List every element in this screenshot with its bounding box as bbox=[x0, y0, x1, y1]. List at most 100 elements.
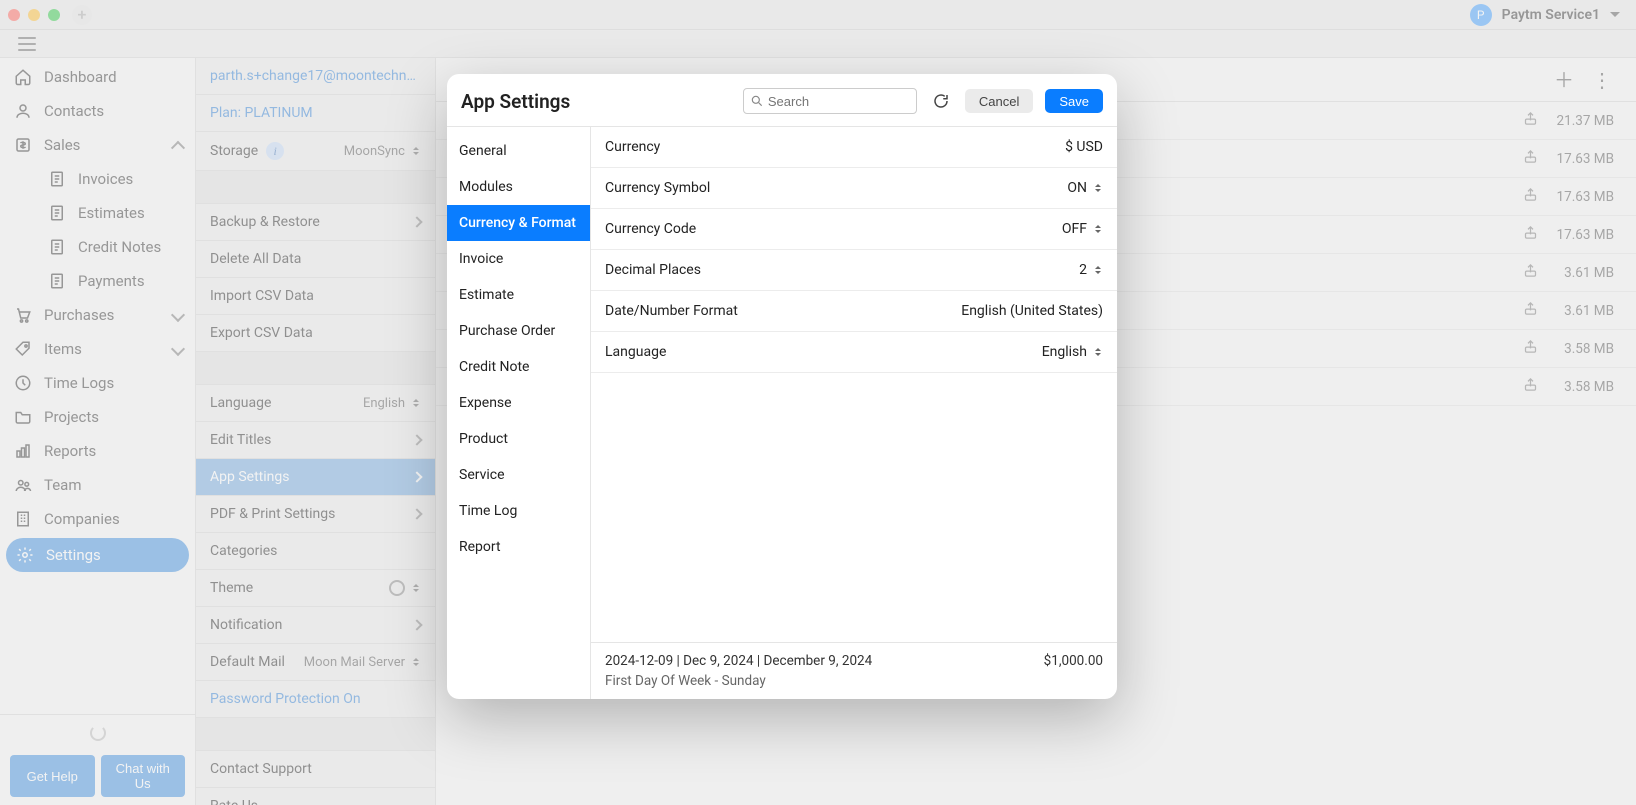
stepper-icon[interactable] bbox=[1093, 345, 1103, 359]
modal-search-field[interactable] bbox=[743, 88, 917, 114]
modal-row-date-number-format[interactable]: Date/Number FormatEnglish (United States… bbox=[591, 291, 1117, 332]
more-menu-button[interactable]: ⋮ bbox=[1592, 70, 1614, 90]
modal-row-currency-code[interactable]: Currency CodeOFF bbox=[591, 209, 1117, 250]
settings-row-notification[interactable]: Notification bbox=[196, 607, 435, 644]
modal-nav-estimate[interactable]: Estimate bbox=[447, 277, 590, 313]
share-icon[interactable] bbox=[1523, 111, 1538, 130]
nav-item-estimates[interactable]: Estimates bbox=[0, 196, 195, 230]
modal-nav-product[interactable]: Product bbox=[447, 421, 590, 457]
backup-size-label: 3.58 MB bbox=[1552, 379, 1614, 395]
settings-row-edit-titles[interactable]: Edit Titles bbox=[196, 422, 435, 459]
nav-item-reports[interactable]: Reports bbox=[0, 434, 195, 468]
modal-nav-general[interactable]: General bbox=[447, 133, 590, 169]
cart-icon bbox=[14, 306, 32, 324]
modal-nav-service[interactable]: Service bbox=[447, 457, 590, 493]
settings-row-export-csv[interactable]: Export CSV Data bbox=[196, 315, 435, 352]
share-icon[interactable] bbox=[1523, 263, 1538, 282]
stepper-icon[interactable] bbox=[411, 144, 421, 158]
nav-item-sales[interactable]: Sales bbox=[0, 128, 195, 162]
stepper-icon[interactable] bbox=[411, 396, 421, 410]
modal-row-label: Currency Symbol bbox=[605, 180, 710, 196]
settings-row-backup-restore[interactable]: Backup & Restore bbox=[196, 204, 435, 241]
backup-size-label: 3.61 MB bbox=[1552, 265, 1614, 281]
stepper-icon[interactable] bbox=[411, 581, 421, 595]
cancel-button[interactable]: Cancel bbox=[965, 89, 1033, 113]
modal-nav-report[interactable]: Report bbox=[447, 529, 590, 565]
settings-row-language[interactable]: Language English bbox=[196, 385, 435, 422]
doc-icon bbox=[48, 204, 66, 222]
nav-item-settings[interactable]: Settings bbox=[6, 538, 189, 572]
nav-item-time-logs[interactable]: Time Logs bbox=[0, 366, 195, 400]
share-icon[interactable] bbox=[1523, 339, 1538, 358]
nav-item-invoices[interactable]: Invoices bbox=[0, 162, 195, 196]
modal-row-currency[interactable]: Currency$ USD bbox=[591, 127, 1117, 168]
share-icon[interactable] bbox=[1523, 225, 1538, 244]
nav-item-purchases[interactable]: Purchases bbox=[0, 298, 195, 332]
stepper-icon[interactable] bbox=[1093, 222, 1103, 236]
nav-item-contacts[interactable]: Contacts bbox=[0, 94, 195, 128]
default-mail-label: Default Mail bbox=[210, 654, 285, 670]
modal-search-input[interactable] bbox=[744, 89, 916, 113]
sync-spinner-icon bbox=[90, 725, 106, 741]
search-icon bbox=[750, 94, 764, 108]
nav-item-credit-notes[interactable]: Credit Notes bbox=[0, 230, 195, 264]
info-icon[interactable]: i bbox=[266, 142, 284, 160]
settings-row-import-csv[interactable]: Import CSV Data bbox=[196, 278, 435, 315]
stepper-icon[interactable] bbox=[411, 655, 421, 669]
chat-with-us-button[interactable]: Chat with Us bbox=[101, 755, 186, 797]
modal-row-decimal-places[interactable]: Decimal Places2 bbox=[591, 250, 1117, 291]
modal-nav-purchase-order[interactable]: Purchase Order bbox=[447, 313, 590, 349]
settings-row-delete-all[interactable]: Delete All Data bbox=[196, 241, 435, 278]
window-close-button[interactable] bbox=[8, 9, 20, 21]
get-help-button[interactable]: Get Help bbox=[10, 755, 95, 797]
nav-item-team[interactable]: Team bbox=[0, 468, 195, 502]
nav-item-projects[interactable]: Projects bbox=[0, 400, 195, 434]
settings-row-contact-support[interactable]: Contact Support bbox=[196, 751, 435, 788]
save-button[interactable]: Save bbox=[1045, 89, 1103, 113]
window-zoom-button[interactable] bbox=[48, 9, 60, 21]
reload-button[interactable] bbox=[929, 89, 953, 113]
modal-row-currency-symbol[interactable]: Currency SymbolON bbox=[591, 168, 1117, 209]
nav-item-payments[interactable]: Payments bbox=[0, 264, 195, 298]
settings-row-categories[interactable]: Categories bbox=[196, 533, 435, 570]
dollar-icon bbox=[14, 136, 32, 154]
modal-nav-invoice[interactable]: Invoice bbox=[447, 241, 590, 277]
storage-value: MoonSync bbox=[344, 144, 405, 159]
settings-row-app-settings[interactable]: App Settings bbox=[196, 459, 435, 496]
share-icon[interactable] bbox=[1523, 301, 1538, 320]
nav-item-items[interactable]: Items bbox=[0, 332, 195, 366]
add-company-button[interactable]: + bbox=[72, 5, 92, 25]
settings-row-storage[interactable]: Storage i MoonSync bbox=[196, 132, 435, 171]
settings-row-pdf-print[interactable]: PDF & Print Settings bbox=[196, 496, 435, 533]
modal-nav-credit-note[interactable]: Credit Note bbox=[447, 349, 590, 385]
window-titlebar: + P Paytm Service1 bbox=[0, 0, 1636, 30]
settings-row-plan[interactable]: Plan: PLATINUM bbox=[196, 95, 435, 132]
modal-nav-modules[interactable]: Modules bbox=[447, 169, 590, 205]
stepper-icon[interactable] bbox=[1093, 263, 1103, 277]
settings-row-account-email[interactable]: parth.s+change17@moontechnolabs.c… bbox=[196, 58, 435, 95]
settings-row-default-mail[interactable]: Default Mail Moon Mail Server bbox=[196, 644, 435, 681]
default-mail-value: Moon Mail Server bbox=[304, 655, 405, 670]
modal-row-value: 2 bbox=[1079, 262, 1087, 278]
stepper-icon[interactable] bbox=[1093, 181, 1103, 195]
modal-nav-expense[interactable]: Expense bbox=[447, 385, 590, 421]
share-icon[interactable] bbox=[1523, 187, 1538, 206]
sidebar-toggle-button[interactable] bbox=[18, 37, 36, 51]
window-minimize-button[interactable] bbox=[28, 9, 40, 21]
share-icon[interactable] bbox=[1523, 149, 1538, 168]
settings-row-rate-us[interactable]: Rate Us bbox=[196, 788, 435, 805]
settings-row-password-protection[interactable]: Password Protection On bbox=[196, 681, 435, 718]
share-icon[interactable] bbox=[1523, 377, 1538, 396]
modal-nav-time-log[interactable]: Time Log bbox=[447, 493, 590, 529]
traffic-lights bbox=[8, 9, 60, 21]
add-button[interactable]: ＋ bbox=[1554, 70, 1574, 90]
modal-row-value: English (United States) bbox=[961, 303, 1103, 319]
nav-item-label: Sales bbox=[44, 136, 80, 154]
modal-row-language[interactable]: LanguageEnglish bbox=[591, 332, 1117, 373]
account-dropdown[interactable]: P Paytm Service1 bbox=[1470, 4, 1628, 26]
nav-item-dashboard[interactable]: Dashboard bbox=[0, 60, 195, 94]
settings-row-theme[interactable]: Theme bbox=[196, 570, 435, 607]
nav-item-companies[interactable]: Companies bbox=[0, 502, 195, 536]
modal-nav-currency-format[interactable]: Currency & Format bbox=[447, 205, 590, 241]
delete-all-label: Delete All Data bbox=[210, 251, 301, 267]
